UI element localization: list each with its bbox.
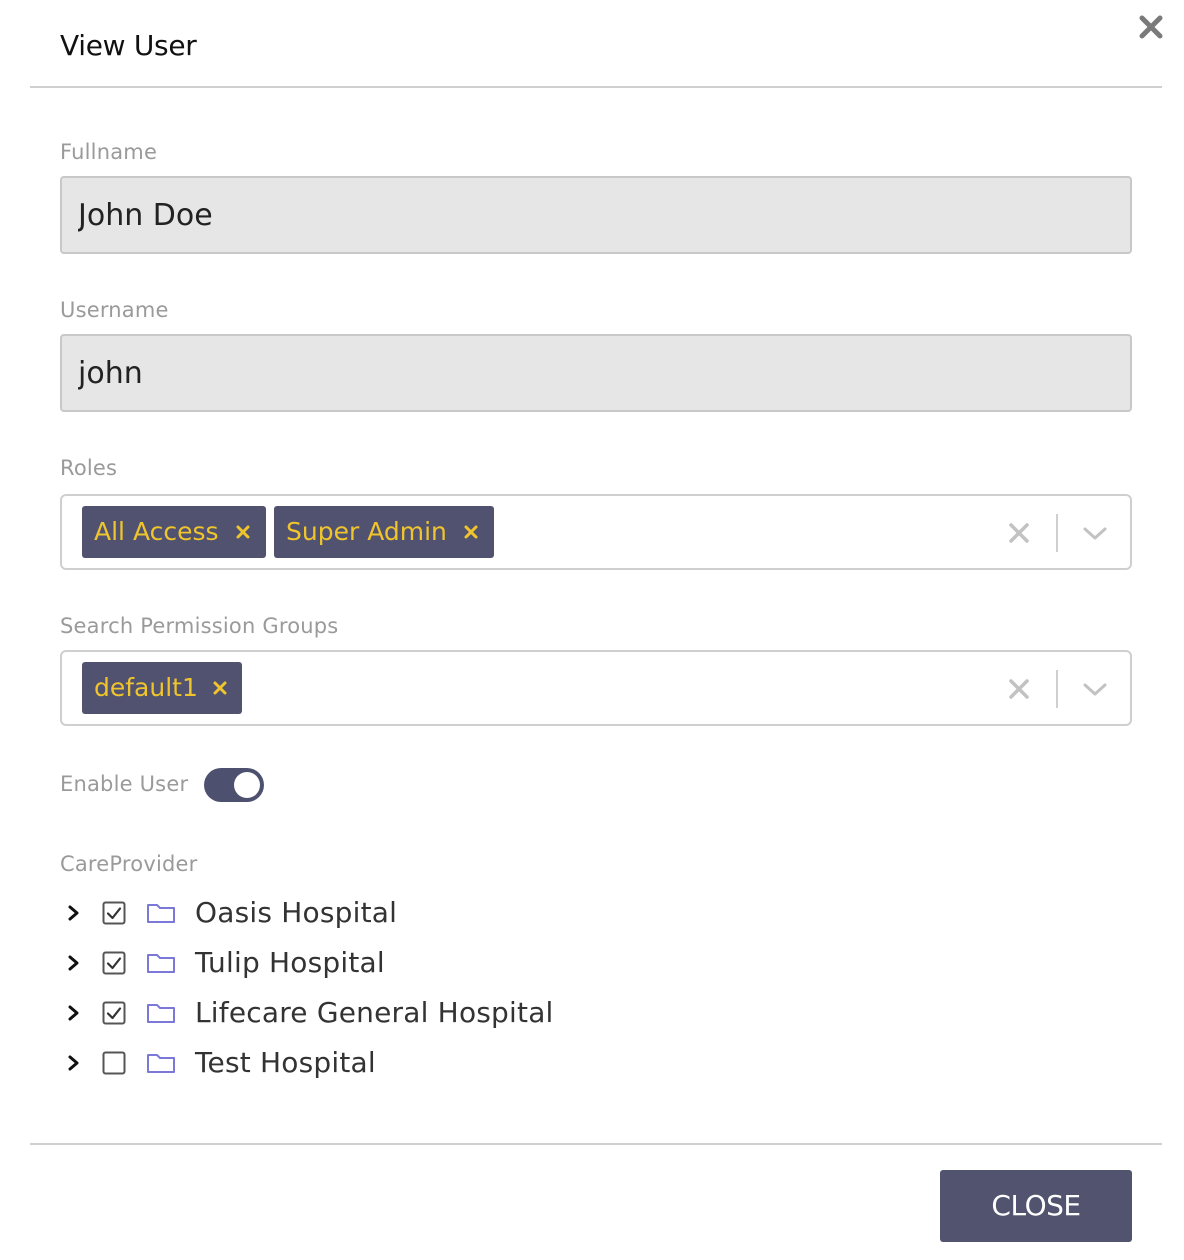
tree-item-label[interactable]: Test Hospital: [195, 1041, 376, 1085]
chevron-right-icon[interactable]: [66, 953, 82, 973]
close-icon[interactable]: [209, 677, 231, 699]
checkbox-icon[interactable]: [102, 1051, 126, 1075]
select-separator: [1056, 514, 1058, 552]
header-divider: [30, 86, 1162, 88]
enable-user-toggle[interactable]: [204, 768, 264, 802]
tree-item: Tulip Hospital: [60, 941, 660, 985]
close-button[interactable]: CLOSE: [940, 1170, 1132, 1242]
role-chip-label: All Access: [94, 517, 219, 546]
permission-groups-label: Search Permission Groups: [60, 614, 339, 638]
roles-label: Roles: [60, 456, 118, 480]
chevron-down-icon[interactable]: [1080, 520, 1110, 546]
tree-item: Test Hospital: [60, 1041, 660, 1085]
username-label: Username: [60, 298, 169, 322]
folder-icon: [147, 904, 175, 923]
permission-group-chip: default1: [82, 662, 242, 714]
folder-icon: [147, 954, 175, 973]
care-provider-label: CareProvider: [60, 852, 198, 876]
close-icon[interactable]: [232, 521, 254, 543]
fullname-field[interactable]: [60, 176, 1132, 254]
modal-title: View User: [60, 29, 197, 62]
enable-user-label: Enable User: [60, 772, 189, 796]
tree-item-label[interactable]: Lifecare General Hospital: [195, 991, 554, 1035]
role-chip: Super Admin: [274, 506, 494, 558]
role-chip-label: Super Admin: [286, 517, 447, 546]
checkbox-icon[interactable]: [102, 901, 126, 925]
tree-item: Lifecare General Hospital: [60, 991, 660, 1035]
tree-item-label[interactable]: Oasis Hospital: [195, 891, 397, 935]
fullname-label: Fullname: [60, 140, 158, 164]
chevron-right-icon[interactable]: [66, 903, 82, 923]
tree-item-label[interactable]: Tulip Hospital: [195, 941, 385, 985]
view-user-modal: View User Fullname Username Roles All Ac…: [0, 0, 1184, 1260]
roles-select[interactable]: All Access Super Admin: [60, 494, 1132, 570]
chevron-down-icon[interactable]: [1080, 676, 1110, 702]
close-icon[interactable]: [1136, 12, 1166, 42]
folder-icon: [147, 1004, 175, 1023]
select-separator: [1056, 670, 1058, 708]
folder-icon: [147, 1054, 175, 1073]
footer-divider: [30, 1143, 1162, 1145]
role-chip: All Access: [82, 506, 266, 558]
permission-groups-select[interactable]: default1: [60, 650, 1132, 726]
chevron-right-icon[interactable]: [66, 1003, 82, 1023]
tree-item: Oasis Hospital: [60, 891, 660, 935]
checkbox-icon[interactable]: [102, 1001, 126, 1025]
toggle-knob: [234, 772, 260, 798]
username-field[interactable]: [60, 334, 1132, 412]
permission-group-chip-label: default1: [94, 673, 198, 702]
clear-icon[interactable]: [1006, 520, 1032, 546]
clear-icon[interactable]: [1006, 676, 1032, 702]
checkbox-icon[interactable]: [102, 951, 126, 975]
close-icon[interactable]: [460, 521, 482, 543]
chevron-right-icon[interactable]: [66, 1053, 82, 1073]
